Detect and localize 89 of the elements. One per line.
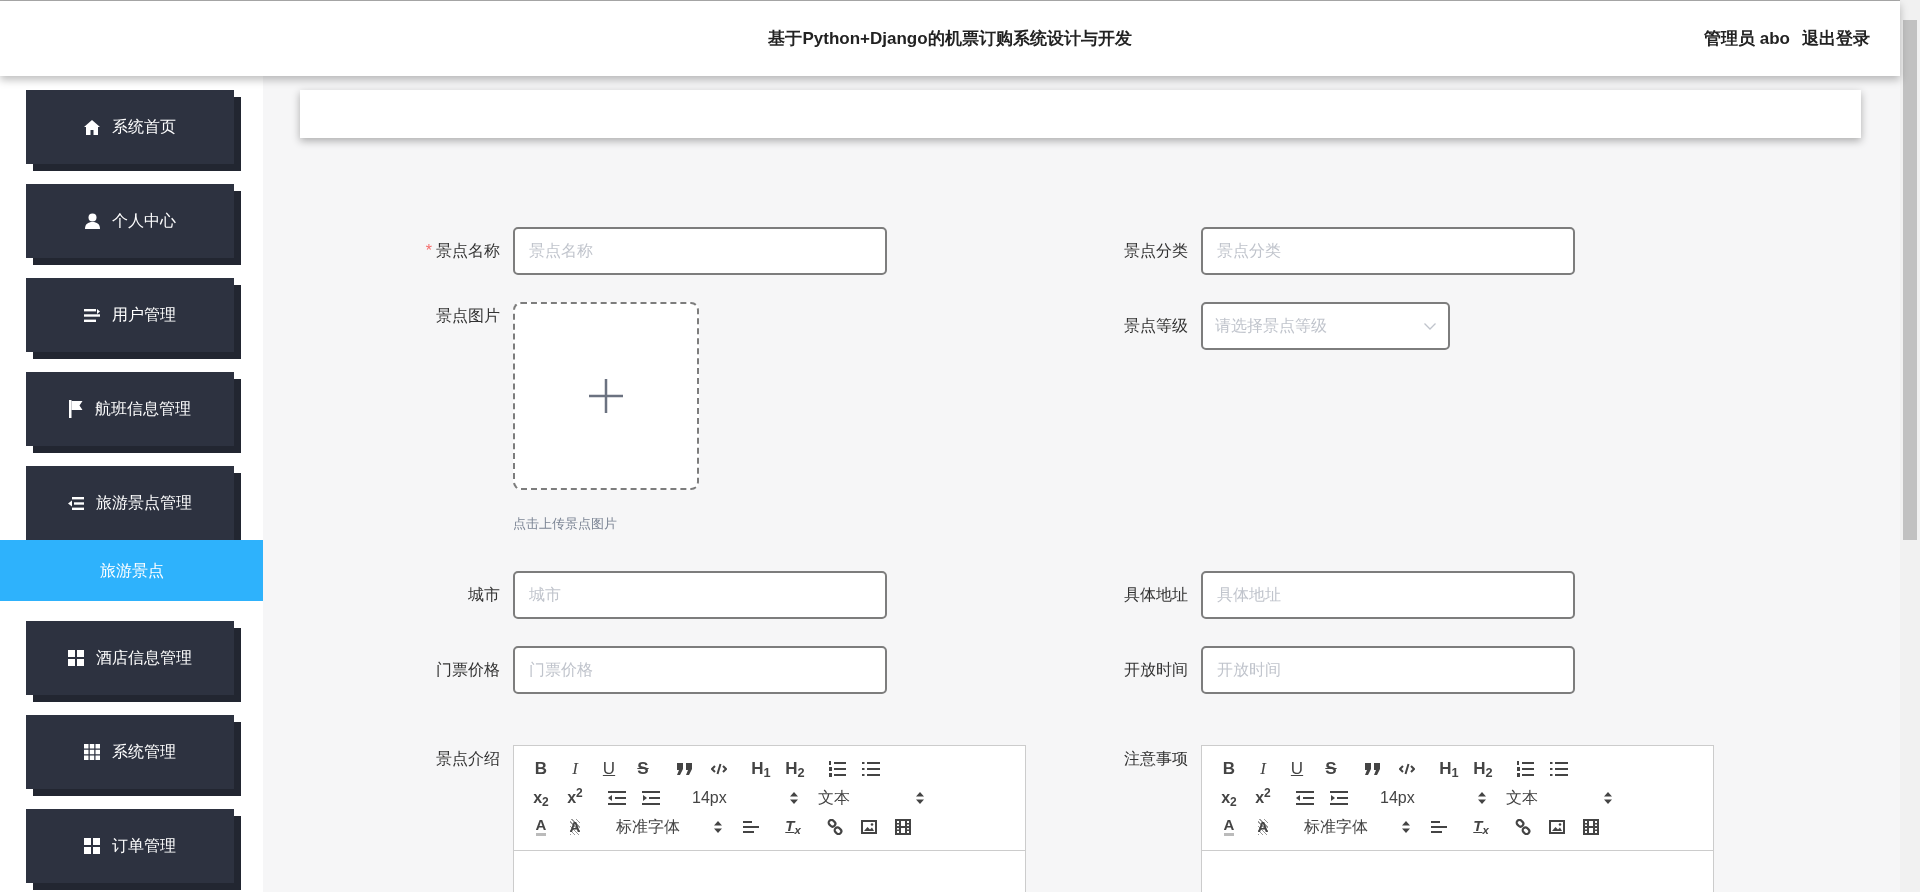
text-input[interactable]: 具体地址 xyxy=(1201,570,1575,619)
toolbar-dropdown[interactable]: 文本 xyxy=(1494,785,1612,810)
format-button[interactable]: T$_{x}$ xyxy=(785,815,801,838)
rich-text-editor[interactable]: B I U S H$_{1}$ H$_{2}$ x$_{2}$ x$^{2}$ 14px 文本 A A 标准字体 T$_{x}$ xyxy=(513,744,1026,892)
logout-link[interactable]: 退出登录 xyxy=(1802,25,1870,52)
format-button[interactable]: B xyxy=(1222,755,1236,782)
bullet-list-icon[interactable] xyxy=(862,760,880,777)
format-button[interactable]: H$_{1}$ xyxy=(751,755,771,782)
field-label: 注意事项 xyxy=(1124,748,1188,769)
text-input[interactable]: 景点分类 xyxy=(1201,227,1575,275)
scrollbar[interactable] xyxy=(1900,0,1920,892)
text-input[interactable]: 城市 xyxy=(513,570,887,619)
up-down-arrow-icon xyxy=(1402,820,1410,833)
format-button[interactable]: I xyxy=(1260,755,1266,782)
text-input[interactable]: 门票价格 xyxy=(513,645,887,694)
home-icon xyxy=(84,119,100,135)
grid-icon xyxy=(68,650,84,666)
format-button[interactable]: H$_{1}$ xyxy=(1439,755,1459,782)
format-button[interactable]: H$_{2}$ xyxy=(785,755,805,782)
link-icon[interactable] xyxy=(1515,818,1531,835)
up-down-arrow-icon xyxy=(790,791,798,804)
format-button[interactable]: U xyxy=(1290,755,1304,782)
field-label: 具体地址 xyxy=(1124,584,1188,605)
plus-icon xyxy=(589,379,623,413)
toolbar-dropdown[interactable]: 标准字体 xyxy=(604,814,722,839)
bullet-list-icon[interactable] xyxy=(1550,760,1568,777)
text-input[interactable]: 景点名称 xyxy=(513,227,887,275)
format-button[interactable]: H$_{2}$ xyxy=(1473,755,1493,782)
toolbar-dropdown[interactable]: 14px xyxy=(680,785,798,810)
up-down-arrow-icon xyxy=(714,820,722,833)
outdent-icon[interactable] xyxy=(1296,790,1314,805)
format-button[interactable]: x$_{2}$ xyxy=(533,785,549,810)
rich-text-editor[interactable]: B I U S H$_{1}$ H$_{2}$ x$_{2}$ x$^{2}$ 14px 文本 A A 标准字体 T$_{x}$ xyxy=(1201,744,1714,892)
format-button[interactable]: x$_{2}$ xyxy=(1221,785,1237,810)
field-label: 景点图片 xyxy=(436,306,500,326)
chevron-down-icon xyxy=(1424,322,1436,330)
indent-icon[interactable] xyxy=(1330,790,1348,805)
required-mark: * xyxy=(425,241,432,261)
text-input[interactable]: 开放时间 xyxy=(1201,645,1575,694)
user-icon xyxy=(84,213,100,229)
toolbar-dropdown[interactable]: 文本 xyxy=(806,785,924,810)
format-button[interactable]: B xyxy=(534,755,548,782)
field-label: 景点等级 xyxy=(1124,316,1188,336)
format-button[interactable]: x$^{2}$ xyxy=(1255,785,1271,810)
field-label: 景点介绍 xyxy=(436,748,500,769)
indent-icon[interactable] xyxy=(642,790,660,805)
upload-hint: 点击上传景点图片 xyxy=(513,515,618,533)
up-down-arrow-icon xyxy=(1604,791,1612,804)
image-icon[interactable] xyxy=(861,819,877,834)
video-icon[interactable] xyxy=(1583,818,1599,835)
format-button[interactable]: A xyxy=(569,818,581,835)
format-button[interactable]: x$^{2}$ xyxy=(567,785,583,810)
format-button[interactable]: S xyxy=(1325,755,1337,782)
format-button[interactable]: U xyxy=(602,755,616,782)
format-button[interactable]: A xyxy=(1257,818,1269,835)
quote-icon[interactable] xyxy=(1365,762,1381,775)
code-icon[interactable] xyxy=(1399,762,1415,775)
outdent-icon xyxy=(68,496,84,510)
code-icon[interactable] xyxy=(711,762,727,775)
user-name: 管理员 abo xyxy=(1704,27,1790,50)
format-button[interactable]: T$_{x}$ xyxy=(1473,815,1489,838)
flag-icon xyxy=(69,400,83,418)
field-label: 景点分类 xyxy=(1124,241,1188,261)
field-label: 门票价格 xyxy=(436,659,500,680)
toolbar-dropdown[interactable]: 标准字体 xyxy=(1292,814,1410,839)
format-button[interactable]: I xyxy=(572,755,578,782)
image-upload[interactable] xyxy=(513,302,699,490)
app-title: 基于Python+Django的机票订购系统设计与开发 xyxy=(768,28,1132,48)
format-button[interactable]: A xyxy=(1223,817,1235,836)
grid-icon xyxy=(84,838,100,854)
link-icon[interactable] xyxy=(827,818,843,835)
align-icon[interactable] xyxy=(1431,820,1447,833)
field-label: 城市 xyxy=(468,584,500,605)
field-label: 景点名称 xyxy=(436,241,500,261)
numbered-list-icon[interactable] xyxy=(828,759,846,778)
toolbar-dropdown[interactable]: 14px xyxy=(1368,785,1486,810)
up-down-arrow-icon xyxy=(916,791,924,804)
video-icon[interactable] xyxy=(895,818,911,835)
numbered-list-icon[interactable] xyxy=(1516,759,1534,778)
list-icon xyxy=(84,308,100,322)
image-icon[interactable] xyxy=(1549,819,1565,834)
outdent-icon[interactable] xyxy=(608,790,626,805)
format-button[interactable]: S xyxy=(637,755,649,782)
up-down-arrow-icon xyxy=(1478,791,1486,804)
format-button[interactable]: A xyxy=(535,817,547,836)
quote-icon[interactable] xyxy=(677,762,693,775)
align-icon[interactable] xyxy=(743,820,759,833)
grid-icon xyxy=(84,744,100,760)
field-label: 开放时间 xyxy=(1124,659,1188,680)
